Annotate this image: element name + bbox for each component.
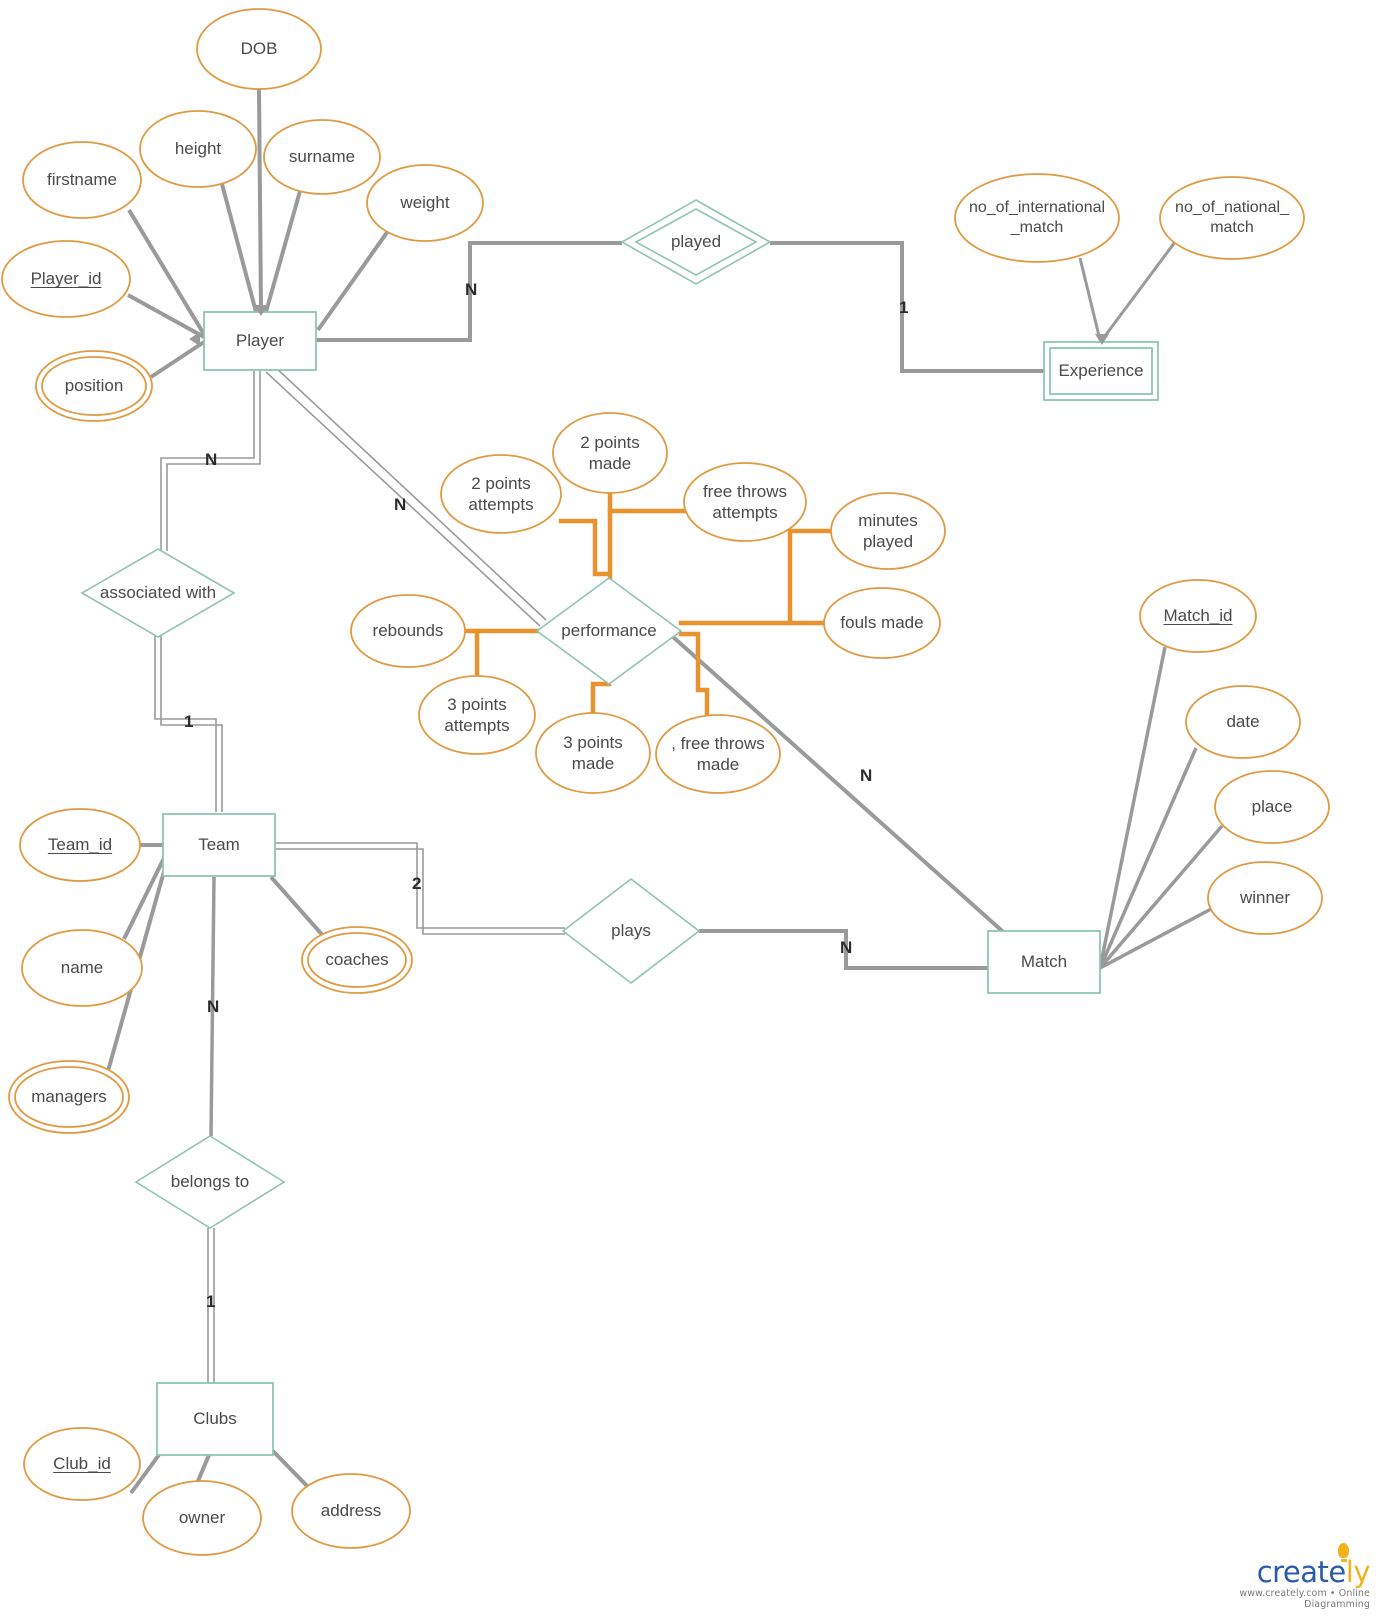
attribute-player-id <box>1 240 131 318</box>
attribute-fouls-made <box>823 587 941 659</box>
connector-coaches-team <box>269 875 327 940</box>
connector-nonatl-experience <box>1100 241 1177 341</box>
entity-match <box>987 930 1101 994</box>
relationship-belongs-to <box>134 1135 286 1229</box>
connector-nointl-experience <box>1078 257 1102 341</box>
connector-minutes-perf <box>678 528 834 626</box>
cardinality-performance-match: N <box>860 766 873 785</box>
attribute-place <box>1214 770 1330 844</box>
connector-3pm-perf <box>590 681 612 716</box>
connector-position-player <box>149 340 206 379</box>
attribute-2-points-attempts <box>440 454 562 534</box>
attribute-team-id <box>19 808 141 882</box>
creately-word-part1: creat <box>1256 1555 1329 1589</box>
attribute-height <box>139 110 257 188</box>
entity-shapes <box>156 311 1159 1456</box>
experience-attribute-connectors <box>1078 241 1177 341</box>
attribute-free-throws-attempts <box>683 462 807 542</box>
attribute-date <box>1185 685 1301 759</box>
connector-date-match <box>1098 747 1198 969</box>
relationship-played-inner <box>634 208 758 276</box>
creately-tagline: www.creately.com • Online Diagramming <box>1239 1588 1370 1610</box>
attribute-address <box>291 1473 411 1549</box>
attribute-rebounds <box>350 594 466 668</box>
attribute-match-id <box>1139 579 1257 653</box>
arrowhead-player-left <box>189 332 200 346</box>
entity-experience-inner <box>1049 347 1153 395</box>
creately-wordmark: creately <box>1256 1543 1371 1589</box>
cardinality-played-experience: 1 <box>899 298 909 317</box>
connector-dob-player <box>257 88 263 311</box>
attribute-3-points-made <box>535 712 651 794</box>
cardinality-associated-player: N <box>205 450 218 469</box>
attribute-2-points-made <box>552 412 668 494</box>
attribute-position-inner <box>41 356 147 416</box>
relationship-performance <box>535 577 683 685</box>
diagram-vector-layer <box>1 8 1330 1556</box>
attribute-dob <box>196 8 322 90</box>
connector-winner-match <box>1099 906 1214 970</box>
connector-2pa-perf <box>558 518 612 577</box>
cardinality-played-player: N <box>465 280 478 299</box>
attribute-no-of-national-match <box>1159 176 1305 260</box>
connector-matchid-match <box>1098 646 1167 969</box>
cardinality-performance-player: N <box>394 495 407 514</box>
relationship-plays <box>561 877 701 985</box>
entity-team <box>162 813 276 877</box>
attribute-firstname <box>22 141 142 219</box>
connector-height-player <box>220 183 258 313</box>
cardinality-belongs-team: N <box>207 997 220 1016</box>
cardinality-plays-team: 2 <box>412 874 422 893</box>
cardinality-belongs-clubs: 1 <box>206 1292 216 1311</box>
cardinality-plays-match: N <box>840 938 853 957</box>
connector-place-match <box>1098 824 1224 970</box>
attribute-minutes-played <box>830 492 946 570</box>
attribute-no-of-international-match <box>954 173 1120 263</box>
creately-word-part3: ly <box>1345 1555 1371 1589</box>
er-diagram-canvas: Player Experience Team Match Clubs playe… <box>0 0 1380 1616</box>
cardinality-associated-team: 1 <box>184 712 194 731</box>
attribute-surname <box>263 119 381 195</box>
entity-clubs <box>156 1382 274 1456</box>
attribute-club-id <box>23 1427 141 1501</box>
attribute-managers-inner <box>14 1066 124 1128</box>
lightbulb-icon <box>1338 1543 1349 1562</box>
entity-player <box>203 311 317 371</box>
attribute-owner <box>142 1480 262 1556</box>
attribute-winner <box>1207 861 1323 935</box>
connector-address-clubs <box>268 1446 313 1492</box>
attribute-3-points-attempts <box>418 675 536 755</box>
attribute-weight <box>366 164 484 242</box>
connector-weight-player <box>316 229 390 332</box>
connector-surname-player <box>264 190 302 313</box>
attribute-free-throws-made <box>655 714 781 794</box>
creately-watermark: creately www.creately.com • Online Diagr… <box>1230 1543 1371 1610</box>
attribute-name <box>21 929 143 1007</box>
attribute-coaches-inner <box>307 932 407 988</box>
relationship-associated-with <box>80 548 236 638</box>
